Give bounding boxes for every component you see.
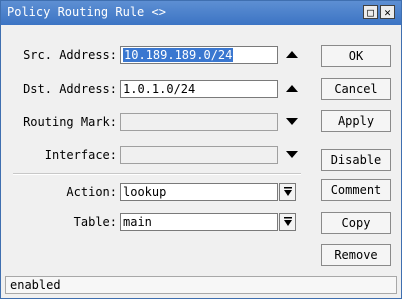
action-value: lookup (123, 185, 167, 199)
maximize-button[interactable]: □ (363, 5, 378, 19)
disable-button[interactable]: Disable (321, 149, 391, 171)
title-bar[interactable]: Policy Routing Rule <> □ ✕ (1, 1, 401, 25)
dst-address-value: 1.0.1.0/24 (123, 82, 196, 96)
src-address-label: Src. Address: (23, 48, 117, 62)
src-address-input[interactable]: 10.189.189.0/24 (120, 46, 278, 64)
separator (13, 173, 301, 175)
dst-address-label: Dst. Address: (23, 82, 117, 96)
cancel-button[interactable]: Cancel (321, 78, 391, 100)
routing-mark-input[interactable] (120, 113, 278, 131)
routing-mark-label: Routing Mark: (23, 115, 117, 129)
interface-input[interactable] (120, 146, 278, 164)
action-label: Action: (66, 185, 117, 199)
interface-label: Interface: (44, 148, 117, 162)
interface-arrow-down-icon[interactable] (285, 148, 299, 160)
action-select[interactable]: lookup (120, 183, 278, 201)
remove-button[interactable]: Remove (321, 244, 391, 266)
dst-address-arrow-up-icon[interactable] (285, 83, 299, 95)
table-select[interactable]: main (120, 213, 278, 231)
ok-button[interactable]: OK (321, 45, 391, 67)
src-address-arrow-up-icon[interactable] (285, 49, 299, 61)
table-label: Table: (73, 215, 117, 229)
routing-mark-arrow-down-icon[interactable] (285, 115, 299, 127)
comment-button[interactable]: Comment (321, 179, 391, 201)
table-value: main (123, 215, 152, 229)
table-dropdown-icon[interactable] (279, 213, 296, 231)
status-bar: enabled (5, 276, 397, 294)
window-title: Policy Routing Rule <> (7, 5, 166, 19)
dst-address-input[interactable]: 1.0.1.0/24 (120, 80, 278, 98)
action-dropdown-icon[interactable] (279, 183, 296, 201)
status-text: enabled (10, 278, 61, 292)
apply-button[interactable]: Apply (321, 110, 391, 132)
policy-routing-rule-window: Policy Routing Rule <> □ ✕ Src. Address:… (0, 0, 402, 299)
close-button[interactable]: ✕ (380, 5, 395, 19)
copy-button[interactable]: Copy (321, 212, 391, 234)
src-address-value: 10.189.189.0/24 (123, 48, 234, 62)
